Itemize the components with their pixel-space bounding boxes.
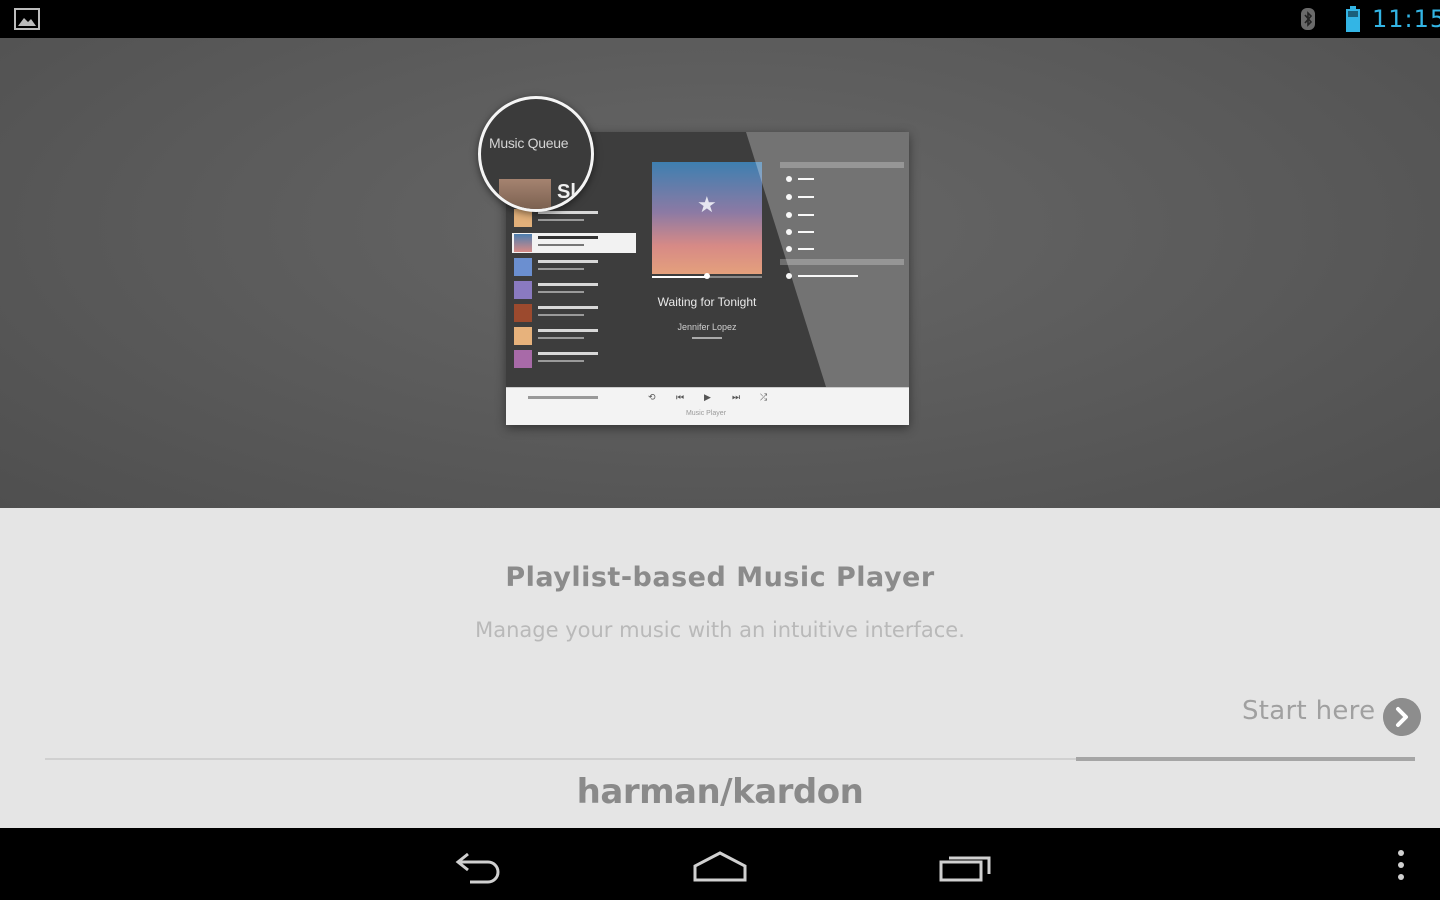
home-icon[interactable] [690,848,750,884]
feature-preview-area: ★ Waiting for Tonight Jennifer Lopez ⟲ ⏮… [0,38,1440,508]
magnifier-title: Music Queue [489,135,569,151]
brand-logo: harman/kardon [576,772,864,812]
shuffle-icon: ⤮ [760,392,768,402]
back-icon[interactable] [450,848,506,884]
gallery-notification-icon [14,8,40,30]
overflow-menu-icon[interactable] [1392,848,1410,882]
preview-control-bar: ⟲ ⏮ ▶ ⏭ ⤮ Music Player [506,387,909,425]
clock-time: 11:15 [1372,5,1440,33]
magnifier-song-fragment: Sl [557,181,576,203]
bluetooth-icon [1301,8,1315,30]
page-indicator-active [1076,757,1415,761]
control-bar-label: Music Player [685,410,727,417]
feature-subtitle: Manage your music with an intuitive inte… [475,618,965,642]
feature-title: Playlist-based Music Player [505,562,935,593]
chevron-right-icon[interactable] [1383,698,1421,736]
magnifier-bubble: Music Queue Sl [478,96,594,212]
magnifier-album-thumb [499,179,551,209]
status-bar: 11:15 [0,0,1440,38]
repeat-icon: ⟲ [648,392,656,402]
previous-icon: ⏮ [676,392,685,402]
onboarding-panel: Playlist-based Music Player Manage your … [0,508,1440,828]
battery-icon [1346,6,1360,32]
play-icon: ▶ [704,392,711,402]
volume-slider [528,396,598,399]
recent-apps-icon[interactable] [936,848,996,884]
start-here-button[interactable]: Start here [1242,696,1375,726]
next-icon: ⏭ [732,392,741,402]
system-navigation-bar [0,828,1440,900]
